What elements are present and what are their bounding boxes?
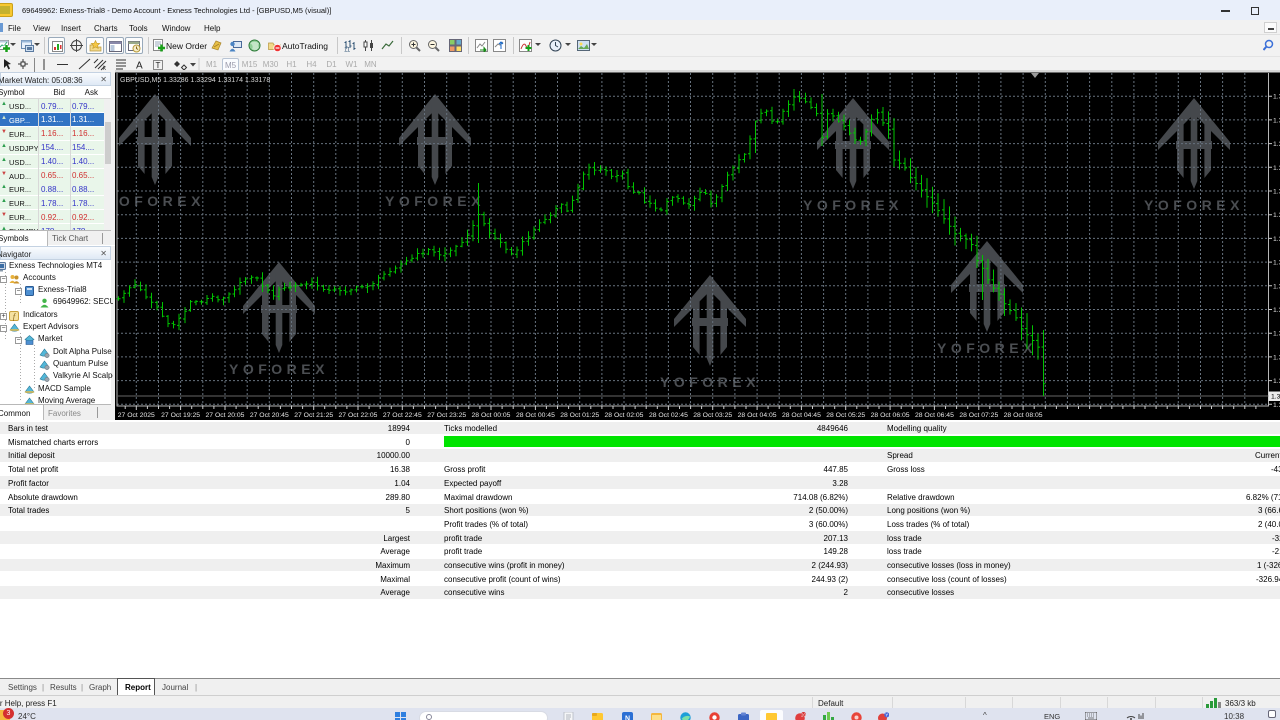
svg-text:27 Oct 21:25: 27 Oct 21:25 [294, 412, 333, 419]
svg-text:1.33: 1.33 [1273, 165, 1280, 172]
svg-text:1.33: 1.33 [1273, 117, 1280, 124]
svg-text:27 Oct 22:45: 27 Oct 22:45 [383, 412, 422, 419]
svg-text:Y: Y [885, 713, 888, 718]
svg-text:28 Oct 01:25: 28 Oct 01:25 [560, 412, 599, 419]
svg-text:1.33: 1.33 [1273, 402, 1280, 409]
svg-text:1.33: 1.33 [1273, 283, 1280, 290]
svg-text:28 Oct 00:45: 28 Oct 00:45 [516, 412, 555, 419]
svg-text:N: N [625, 716, 630, 720]
svg-text:28 Oct 03:25: 28 Oct 03:25 [693, 412, 732, 419]
svg-text:1.33: 1.33 [1273, 212, 1280, 219]
svg-text:T: T [156, 61, 161, 70]
svg-text:GBPUSD,M5 1.33286 1.33294 1.3: GBPUSD,M5 1.33286 1.33294 1.33174 1.3317… [120, 77, 270, 84]
svg-text:1.33: 1.33 [1273, 141, 1280, 148]
svg-text:28 Oct 04:05: 28 Oct 04:05 [738, 412, 777, 419]
svg-text:28 Oct 06:05: 28 Oct 06:05 [871, 412, 910, 419]
svg-text:28 Oct 00:05: 28 Oct 00:05 [472, 412, 511, 419]
svg-text:28 Oct 06:45: 28 Oct 06:45 [915, 412, 954, 419]
svg-text:20: 20 [801, 712, 806, 717]
svg-text:1.33: 1.33 [1273, 378, 1280, 385]
svg-text:27 Oct 19:25: 27 Oct 19:25 [161, 412, 200, 419]
svg-text:1.331: 1.331 [1271, 394, 1280, 401]
svg-text:1.33: 1.33 [1273, 189, 1280, 196]
svg-text:28 Oct 05:25: 28 Oct 05:25 [826, 412, 865, 419]
svg-text:1.33: 1.33 [1273, 331, 1280, 338]
svg-text:1.33: 1.33 [1273, 236, 1280, 243]
svg-text:1.33: 1.33 [1273, 94, 1280, 101]
svg-text:27 Oct 23:25: 27 Oct 23:25 [427, 412, 466, 419]
svg-text:28 Oct 04:45: 28 Oct 04:45 [782, 412, 821, 419]
svg-text:27 Oct 20:05: 27 Oct 20:05 [206, 412, 245, 419]
svg-text:27 Oct 2025: 27 Oct 2025 [118, 412, 155, 419]
svg-text:28 Oct 07:25: 28 Oct 07:25 [959, 412, 998, 419]
svg-text:1.33: 1.33 [1273, 260, 1280, 267]
svg-text:28 Oct 02:05: 28 Oct 02:05 [605, 412, 644, 419]
svg-text:1.33: 1.33 [1273, 307, 1280, 314]
svg-text:28 Oct 02:45: 28 Oct 02:45 [649, 412, 688, 419]
svg-text:28 Oct 08:05: 28 Oct 08:05 [1004, 412, 1043, 419]
svg-text:11: 11 [344, 48, 351, 53]
svg-text:1.33: 1.33 [1273, 354, 1280, 361]
svg-text:27 Oct 20:45: 27 Oct 20:45 [250, 412, 289, 419]
svg-text:27 Oct 22:05: 27 Oct 22:05 [339, 412, 378, 419]
